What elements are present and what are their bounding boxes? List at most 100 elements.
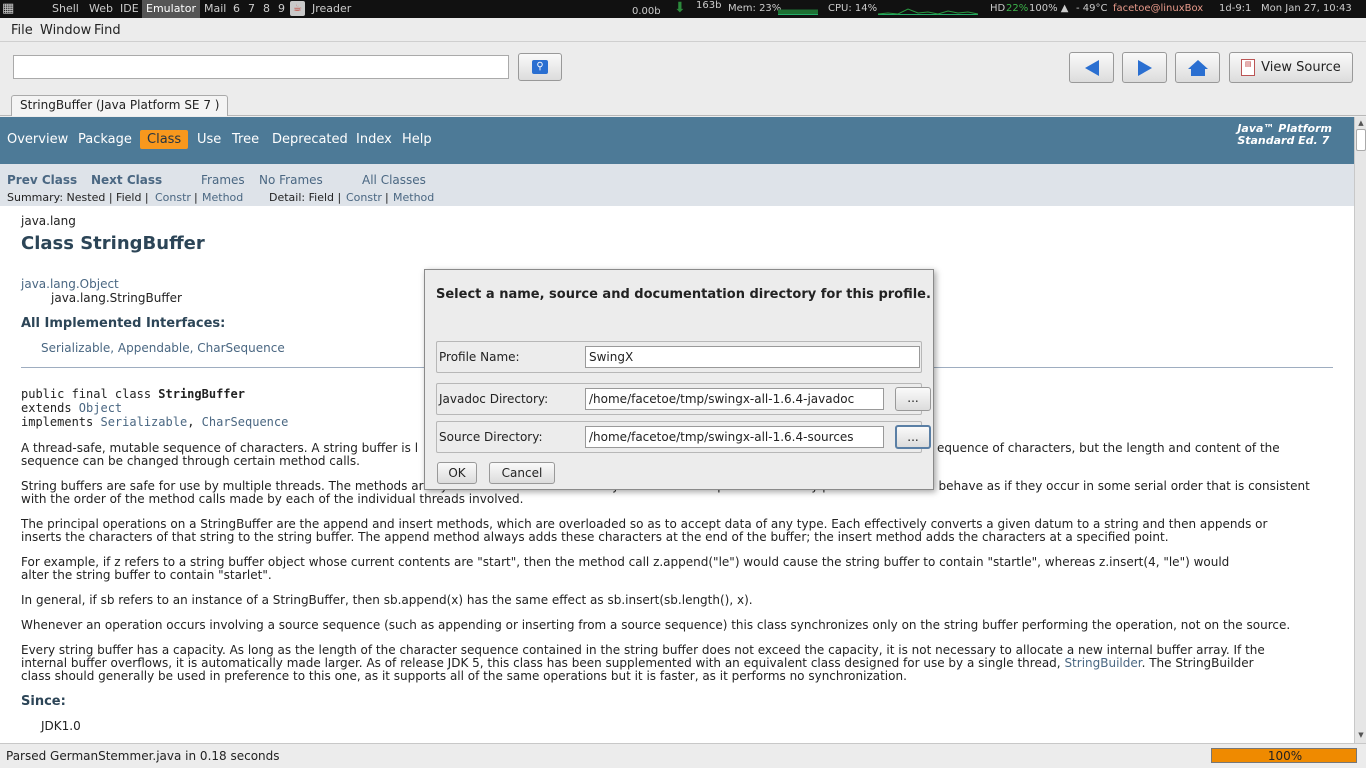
scroll-up-icon[interactable]: ▲ — [1356, 119, 1366, 129]
menu-file[interactable]: File — [11, 23, 33, 38]
workspace-6[interactable]: 6 — [233, 2, 240, 15]
paragraph-7c: class should generally be used in prefer… — [21, 669, 907, 683]
system-panel: ▦ Shell Web IDE Emulator Mail 6 7 8 9 ☕ … — [0, 0, 1366, 18]
next-class-link[interactable]: Next Class — [91, 173, 162, 187]
nav-use[interactable]: Use — [197, 132, 221, 147]
progress-label: 100% — [1267, 749, 1303, 763]
user-host: facetoe@linuxBox — [1113, 3, 1204, 14]
nav-deprecated[interactable]: Deprecated — [272, 132, 348, 147]
status-bar: Parsed GermanStemmer.java in 0.18 second… — [0, 743, 1366, 768]
scroll-down-icon[interactable]: ▼ — [1356, 731, 1366, 741]
workspace-web[interactable]: Web — [89, 2, 113, 15]
clock: Mon Jan 27, 10:43 — [1261, 3, 1352, 14]
search-input[interactable] — [13, 55, 509, 79]
app-grid-icon[interactable]: ▦ — [2, 1, 14, 16]
workspace-mail[interactable]: Mail — [204, 2, 226, 15]
paragraph-2b: with the order of the method calls made … — [21, 492, 524, 506]
javadoc-sub-nav: Prev Class Next Class Frames No Frames A… — [0, 164, 1354, 206]
toolbar: ⚲ ▤ View Source — [0, 42, 1366, 94]
source-file-icon: ▤ — [1241, 59, 1256, 76]
no-frames-link[interactable]: No Frames — [259, 173, 323, 187]
package-name: java.lang — [21, 214, 76, 228]
javadoc-dir-label: Javadoc Directory: — [439, 392, 549, 406]
decl-object-link[interactable]: Object — [79, 401, 122, 415]
forward-button[interactable] — [1122, 52, 1167, 83]
summary-constr-link[interactable]: Constr — [155, 191, 191, 204]
source-dir-row: Source Directory: /home/facetoe/tmp/swin… — [436, 421, 931, 453]
workspace-ide[interactable]: IDE — [120, 2, 139, 15]
summary-method-link[interactable]: Method — [202, 191, 243, 204]
java-app-icon[interactable]: ☕ — [290, 1, 305, 16]
paragraph-7b-text: internal buffer overflows, it is automat… — [21, 656, 1065, 670]
javadoc-browse-button[interactable]: ... — [895, 387, 931, 411]
mem-readout: Mem: 23% — [728, 3, 782, 14]
nav-overview[interactable]: Overview — [7, 132, 68, 147]
paragraph-3b: inserts the characters of that string to… — [21, 530, 1169, 544]
profile-name-field[interactable]: SwingX — [585, 346, 920, 368]
decl-serializable-link[interactable]: Serializable — [100, 415, 187, 429]
profile-dialog: Select a name, source and documentation … — [424, 269, 934, 490]
nav-help[interactable]: Help — [402, 132, 432, 147]
javadoc-dir-field[interactable]: /home/facetoe/tmp/swingx-all-1.6.4-javad… — [585, 388, 884, 410]
source-dir-field[interactable]: /home/facetoe/tmp/swingx-all-1.6.4-sourc… — [585, 426, 884, 448]
mem-graph — [778, 3, 818, 15]
hd-value: 22% — [1006, 3, 1029, 14]
uptime: 1d-9:1 — [1219, 3, 1252, 14]
view-source-button[interactable]: ▤ View Source — [1229, 52, 1353, 83]
back-arrow-icon — [1084, 59, 1099, 76]
source-browse-button[interactable]: ... — [895, 425, 931, 449]
tab-stringbuffer[interactable]: StringBuffer (Java Platform SE 7 ) — [11, 95, 229, 116]
status-text: Parsed GermanStemmer.java in 0.18 second… — [6, 749, 280, 763]
paragraph-7b-tail: . The StringBuilder — [1141, 656, 1254, 670]
menu-find[interactable]: Find — [94, 23, 121, 38]
menu-bar: File Window Find — [0, 18, 1366, 42]
platform-label: Java™ Platform Standard Ed. 7 — [1237, 123, 1332, 147]
nav-package[interactable]: Package — [78, 132, 132, 147]
vertical-scrollbar[interactable]: ▲ ▼ — [1354, 117, 1366, 743]
nav-tree[interactable]: Tree — [232, 132, 259, 147]
detail-method-link[interactable]: Method — [393, 191, 434, 204]
frames-link[interactable]: Frames — [201, 173, 245, 187]
javadoc-dir-row: Javadoc Directory: /home/facetoe/tmp/swi… — [436, 383, 931, 415]
workspace-7[interactable]: 7 — [248, 2, 255, 15]
since-value: JDK1.0 — [41, 719, 81, 733]
nav-class[interactable]: Class — [140, 130, 189, 149]
cancel-button[interactable]: Cancel — [489, 462, 555, 484]
search-icon: ⚲ — [532, 60, 548, 74]
detail-separator: | — [385, 191, 389, 204]
decl-charsequence-link[interactable]: CharSequence — [202, 415, 289, 429]
workspace-9[interactable]: 9 — [278, 2, 285, 15]
decl-class-name: StringBuffer — [158, 387, 245, 401]
decl-comma: , — [187, 415, 202, 429]
battery-readout: 100% ▲ — [1029, 3, 1069, 14]
since-heading: Since: — [21, 694, 66, 709]
paragraph-5: In general, if sb refers to an instance … — [21, 593, 753, 607]
search-button[interactable]: ⚲ — [518, 53, 562, 81]
home-button[interactable] — [1175, 52, 1220, 83]
cpu-graph — [877, 3, 979, 15]
menu-window[interactable]: Window — [40, 23, 91, 38]
summary-separator: | — [194, 191, 198, 204]
paragraph-1b: equence of characters, but the length an… — [937, 441, 1280, 455]
decl-modifiers: public final class — [21, 387, 159, 401]
detail-constr-link[interactable]: Constr — [346, 191, 382, 204]
net-rate: 0.00b — [632, 6, 661, 17]
profile-name-label: Profile Name: — [439, 350, 520, 364]
dialog-message: Select a name, source and documentation … — [436, 287, 931, 302]
net-total: 163b — [696, 0, 722, 11]
back-button[interactable] — [1069, 52, 1114, 83]
stringbuilder-link[interactable]: StringBuilder — [1064, 656, 1141, 670]
workspace-shell[interactable]: Shell — [52, 2, 79, 15]
workspace-emulator[interactable]: Emulator — [142, 0, 200, 18]
ok-button[interactable]: OK — [437, 462, 477, 484]
scroll-thumb[interactable] — [1356, 129, 1366, 151]
forward-arrow-icon — [1137, 59, 1152, 76]
nav-index[interactable]: Index — [356, 132, 392, 147]
javadoc-top-nav: Overview Package Class Use Tree Deprecat… — [0, 117, 1354, 164]
workspace-8[interactable]: 8 — [263, 2, 270, 15]
decl-extends: extends — [21, 401, 79, 415]
cpu-readout: CPU: 14% — [828, 3, 878, 14]
all-classes-link[interactable]: All Classes — [362, 173, 426, 187]
view-source-label: View Source — [1261, 60, 1341, 75]
prev-class-link[interactable]: Prev Class — [7, 173, 77, 187]
